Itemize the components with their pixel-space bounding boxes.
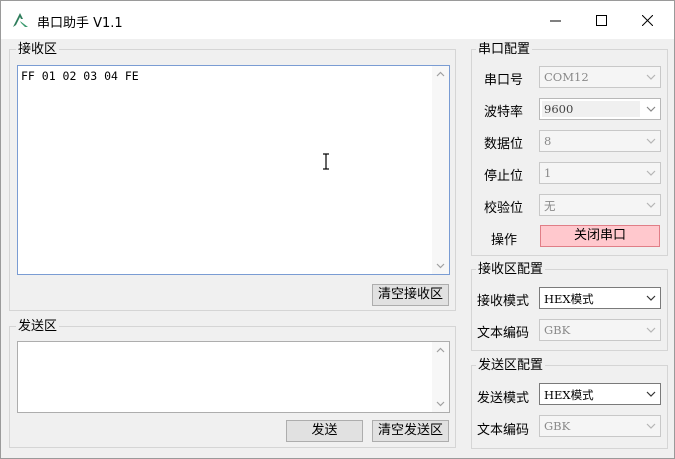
send-mode-label: 发送模式 <box>477 391 530 406</box>
send-group-label: 发送区 <box>16 319 60 334</box>
chevron-down-icon <box>642 67 660 87</box>
close-icon <box>641 14 653 26</box>
baud-value: 9600 <box>544 102 574 116</box>
maximize-icon <box>595 14 607 26</box>
chevron-down-icon <box>642 99 660 119</box>
serial-config-label: 串口配置 <box>476 42 533 57</box>
receive-content: FF 01 02 03 04 FE <box>21 69 139 83</box>
receive-encoding-select[interactable]: GBK <box>539 319 661 341</box>
receive-mode-value: HEX模式 <box>544 292 594 306</box>
send-mode-value: HEX模式 <box>544 388 594 402</box>
port-label: 串口号 <box>484 73 524 88</box>
app-logo-icon <box>13 13 28 27</box>
action-label: 操作 <box>491 233 518 248</box>
send-scrollbar[interactable] <box>432 342 449 412</box>
minimize-button[interactable] <box>532 1 578 39</box>
send-encoding-label: 文本编码 <box>477 423 530 438</box>
data-bits-label: 数据位 <box>484 137 524 152</box>
scroll-down-icon[interactable] <box>436 261 445 270</box>
chevron-down-icon <box>642 131 660 151</box>
port-select[interactable]: COM12 <box>539 66 661 88</box>
send-mode-select[interactable]: HEX模式 <box>539 383 661 405</box>
close-button[interactable] <box>624 1 670 39</box>
receive-group-label: 接收区 <box>16 42 60 57</box>
baud-select[interactable]: 9600 <box>539 98 661 120</box>
clear-receive-button[interactable]: 清空接收区 <box>372 284 449 306</box>
scroll-up-icon[interactable] <box>436 70 445 79</box>
scroll-up-icon[interactable] <box>436 346 445 355</box>
baud-label: 波特率 <box>484 105 524 120</box>
receive-encoding-label: 文本编码 <box>477 326 530 341</box>
receive-config-label: 接收区配置 <box>476 262 546 277</box>
stop-bits-label: 停止位 <box>484 169 524 184</box>
clear-send-button[interactable]: 清空发送区 <box>372 420 449 442</box>
scroll-down-icon[interactable] <box>436 399 445 408</box>
send-encoding-select[interactable]: GBK <box>539 415 661 437</box>
receive-encoding-value: GBK <box>544 323 571 337</box>
send-encoding-value: GBK <box>544 419 571 433</box>
chevron-down-icon <box>642 416 660 436</box>
parity-select[interactable]: 无 <box>539 194 661 216</box>
receive-mode-select[interactable]: HEX模式 <box>539 287 661 309</box>
chevron-down-icon <box>642 163 660 183</box>
parity-label: 校验位 <box>484 201 524 216</box>
chevron-down-icon <box>642 320 660 340</box>
data-bits-value: 8 <box>544 134 552 148</box>
close-port-button[interactable]: 关闭串口 <box>540 225 660 247</box>
send-button[interactable]: 发送 <box>286 420 363 442</box>
receive-scrollbar[interactable] <box>432 66 449 274</box>
port-value: COM12 <box>544 70 589 84</box>
chevron-down-icon <box>642 288 660 308</box>
receive-textarea[interactable]: FF 01 02 03 04 FE <box>17 65 450 275</box>
stop-bits-select[interactable]: 1 <box>539 162 661 184</box>
send-config-label: 发送区配置 <box>476 358 546 373</box>
parity-value: 无 <box>544 199 556 213</box>
stop-bits-value: 1 <box>544 166 552 180</box>
data-bits-select[interactable]: 8 <box>539 130 661 152</box>
send-textarea[interactable] <box>17 341 450 413</box>
text-cursor-icon <box>323 153 329 170</box>
window-title: 串口助手 V1.1 <box>37 16 123 31</box>
maximize-button[interactable] <box>578 1 624 39</box>
app-window: 串口助手 V1.1 接收区 FF 01 02 03 04 FE 清空接收区 发送… <box>0 0 675 459</box>
title-bar: 串口助手 V1.1 <box>1 1 674 39</box>
receive-mode-label: 接收模式 <box>477 294 530 309</box>
chevron-down-icon <box>642 195 660 215</box>
minimize-icon <box>549 20 561 21</box>
chevron-down-icon <box>642 384 660 404</box>
